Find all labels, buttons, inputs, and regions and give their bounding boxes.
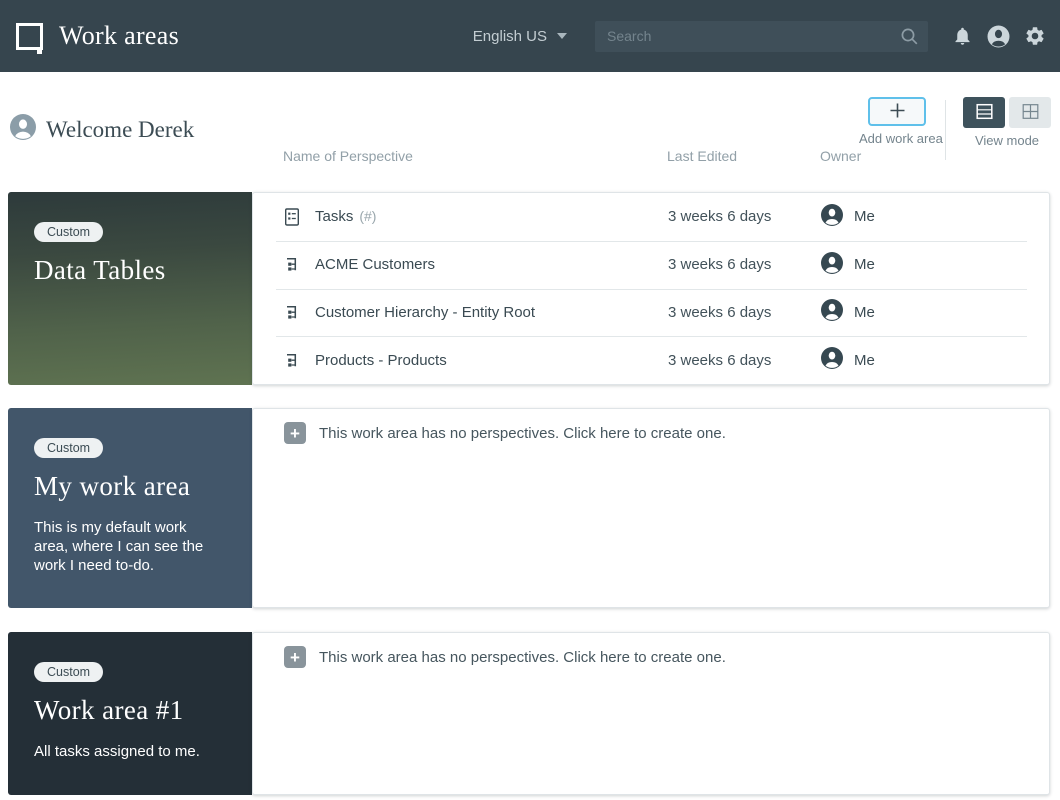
work-area-card-data-tables[interactable]: Custom Data Tables <box>8 192 252 385</box>
hierarchy-icon <box>284 256 301 273</box>
custom-badge: Custom <box>34 438 103 458</box>
add-work-area-group: Add work area <box>859 97 935 146</box>
plus-tile-icon: + <box>284 646 306 668</box>
perspective-row[interactable]: ACME Customers 3 weeks 6 days Me <box>253 241 1049 289</box>
perspective-row[interactable]: Products - Products 3 weeks 6 days Me <box>253 336 1049 384</box>
caret-down-icon <box>557 33 567 39</box>
hierarchy-icon <box>284 352 301 369</box>
owner-avatar-icon <box>821 347 843 373</box>
user-account-icon[interactable] <box>987 25 1010 48</box>
toolbar-divider <box>945 100 946 160</box>
perspective-last-edited: 3 weeks 6 days <box>668 256 821 273</box>
toolbar: Welcome Derek Add work area View mode <box>0 72 1060 192</box>
perspective-last-edited: 3 weeks 6 days <box>668 352 821 369</box>
app-title: Work areas <box>59 21 179 51</box>
view-mode-grid-button[interactable] <box>1009 97 1051 128</box>
notifications-bell-icon[interactable] <box>952 25 973 47</box>
work-area-section-data-tables: Custom Data Tables Tasks(#) 3 weeks 6 da… <box>8 192 1050 385</box>
perspective-name: Tasks(#) <box>315 208 668 225</box>
welcome-header: Welcome Derek <box>10 114 194 145</box>
welcome-title: Welcome Derek <box>46 117 194 143</box>
search-input[interactable] <box>595 21 928 52</box>
perspective-suffix: (#) <box>359 208 376 224</box>
column-header-name: Name of Perspective <box>283 148 413 164</box>
hierarchy-icon <box>284 304 301 321</box>
custom-badge: Custom <box>34 662 103 682</box>
language-selector[interactable]: English US <box>473 28 567 45</box>
task-list-icon <box>284 208 301 226</box>
work-area-card-my-work-area[interactable]: Custom My work area This is my default w… <box>8 408 252 608</box>
view-mode-group: View mode <box>962 97 1052 148</box>
perspective-last-edited: 3 weeks 6 days <box>668 208 821 225</box>
create-perspective-link[interactable]: + This work area has no perspectives. Cl… <box>253 633 1049 668</box>
column-header-last-edited: Last Edited <box>667 148 737 164</box>
perspectives-panel: Tasks(#) 3 weeks 6 days Me ACME Customer… <box>252 192 1050 385</box>
work-area-title: My work area <box>34 471 232 502</box>
create-perspective-link[interactable]: + This work area has no perspectives. Cl… <box>253 409 1049 444</box>
plus-tile-icon: + <box>284 422 306 444</box>
work-area-section-work-area-1: Custom Work area #1 All tasks assigned t… <box>8 632 1050 795</box>
perspective-owner: Me <box>821 347 875 373</box>
perspective-owner: Me <box>821 252 875 278</box>
owner-avatar-icon <box>821 204 843 230</box>
perspective-name: ACME Customers <box>315 256 668 273</box>
owner-name: Me <box>854 208 875 225</box>
work-area-description: This is my default work area, where I ca… <box>34 519 206 576</box>
work-area-title: Data Tables <box>34 255 232 286</box>
add-work-area-label: Add work area <box>859 131 935 146</box>
perspective-last-edited: 3 weeks 6 days <box>668 304 821 321</box>
owner-avatar-icon <box>821 252 843 278</box>
empty-message: This work area has no perspectives. Clic… <box>319 425 726 442</box>
plus-icon <box>887 100 908 124</box>
view-mode-label: View mode <box>962 133 1052 148</box>
settings-gear-icon[interactable] <box>1024 25 1046 47</box>
add-work-area-button[interactable] <box>868 97 926 126</box>
work-area-title: Work area #1 <box>34 695 232 726</box>
language-selected-label: English US <box>473 28 547 45</box>
owner-name: Me <box>854 256 875 273</box>
perspective-name: Products - Products <box>315 352 668 369</box>
app-logo-icon <box>16 23 43 50</box>
perspectives-panel: + This work area has no perspectives. Cl… <box>252 408 1050 608</box>
owner-name: Me <box>854 352 875 369</box>
perspective-owner: Me <box>821 299 875 325</box>
perspective-owner: Me <box>821 204 875 230</box>
work-area-section-my-work-area: Custom My work area This is my default w… <box>8 408 1050 608</box>
grid-view-icon <box>1022 103 1039 123</box>
perspectives-panel: + This work area has no perspectives. Cl… <box>252 632 1050 795</box>
search-icon <box>900 27 919 51</box>
owner-avatar-icon <box>821 299 843 325</box>
perspective-name: Customer Hierarchy - Entity Root <box>315 304 668 321</box>
perspective-row[interactable]: Customer Hierarchy - Entity Root 3 weeks… <box>253 289 1049 337</box>
custom-badge: Custom <box>34 222 103 242</box>
list-view-icon <box>976 103 993 123</box>
work-area-description: All tasks assigned to me. <box>34 743 206 762</box>
work-area-card-work-area-1[interactable]: Custom Work area #1 All tasks assigned t… <box>8 632 252 795</box>
user-avatar-icon <box>10 114 36 145</box>
view-mode-list-button[interactable] <box>963 97 1005 128</box>
perspective-row[interactable]: Tasks(#) 3 weeks 6 days Me <box>253 193 1049 241</box>
empty-message: This work area has no perspectives. Clic… <box>319 649 726 666</box>
column-header-owner: Owner <box>820 148 861 164</box>
owner-name: Me <box>854 304 875 321</box>
app-header: Work areas English US <box>0 0 1060 72</box>
search-box <box>595 21 928 52</box>
